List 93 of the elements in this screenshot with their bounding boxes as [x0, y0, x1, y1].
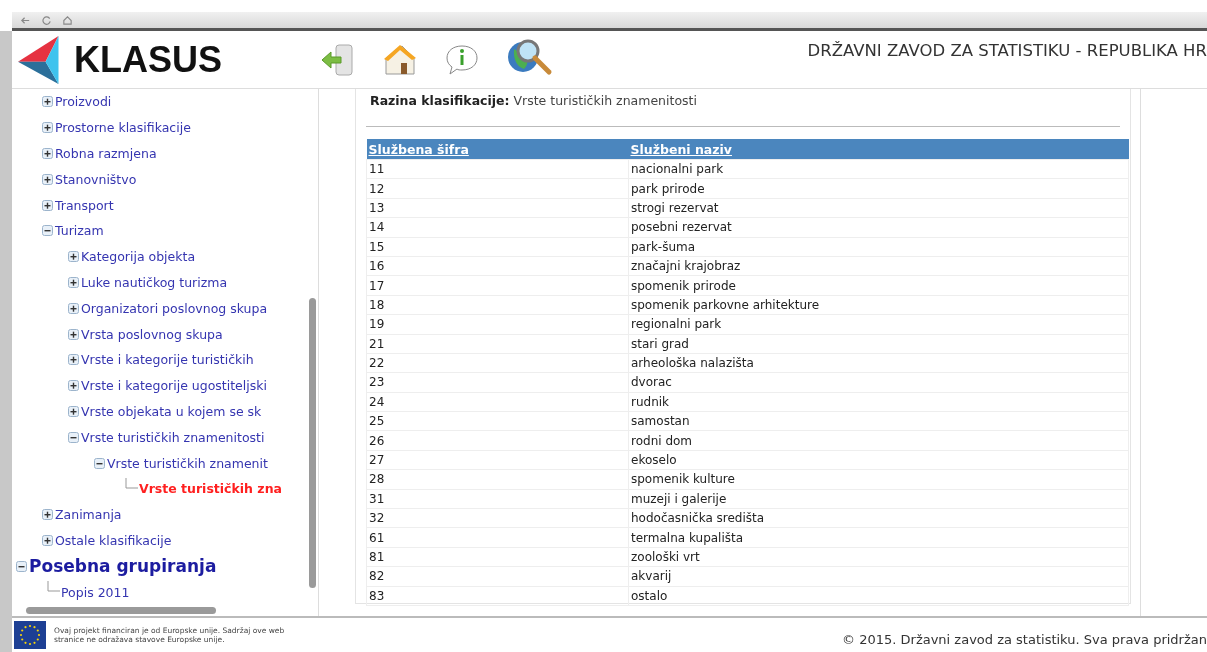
table-cell: regionalni park: [628, 314, 1129, 334]
expander-icon[interactable]: [42, 173, 53, 185]
table-cell: arheološka nalazišta: [628, 353, 1129, 373]
tree-item[interactable]: Vrste turističkih znamenitosti: [81, 429, 265, 445]
table-cell: 83: [366, 586, 629, 606]
table-cell: 25: [366, 411, 629, 431]
table-cell: spomenik prirode: [628, 275, 1129, 296]
table-cell: 31: [366, 489, 629, 509]
table-cell: samostan: [628, 411, 1129, 431]
table-cell: muzeji i galerije: [628, 489, 1129, 509]
expander-icon[interactable]: [68, 431, 79, 443]
tree-item[interactable]: Posebna grupiranja: [29, 556, 217, 577]
table-cell: strogi rezervat: [628, 198, 1129, 218]
table-cell: 16: [366, 256, 629, 276]
expander-icon[interactable]: [68, 302, 79, 314]
table-cell: rodni dom: [628, 430, 1129, 451]
expander-icon[interactable]: [42, 534, 53, 546]
expander-icon[interactable]: [68, 276, 79, 288]
site-title: DRŽAVNI ZAVOD ZA STATISTIKU - REPUBLIKA HR: [807, 41, 1207, 60]
table-cell: 61: [366, 527, 629, 548]
expander-icon[interactable]: [68, 405, 79, 417]
tree-item[interactable]: Stanovništvo: [55, 171, 137, 187]
table-cell: spomenik parkovne arhitekture: [628, 295, 1129, 315]
table-cell: park-šuma: [628, 237, 1129, 257]
tree-item[interactable]: Vrsta poslovnog skupa: [81, 326, 223, 342]
table-cell: 17: [366, 275, 629, 296]
tree-item[interactable]: Ostale klasifikacije: [55, 532, 172, 548]
table-cell: spomenik kulture: [628, 469, 1129, 490]
expander-icon[interactable]: [42, 509, 53, 521]
table-cell: 12: [366, 178, 629, 199]
tree-item[interactable]: Transport: [55, 197, 114, 213]
expander-icon[interactable]: [68, 354, 79, 366]
tree-item[interactable]: Popis 2011: [61, 584, 130, 600]
copyright: © 2015. Državni zavod za statistiku. Sva prava pridržan: [842, 630, 1207, 647]
tree-item[interactable]: Vrste turističkih znamenit: [107, 455, 268, 471]
table-cell: 22: [366, 353, 629, 373]
expander-icon[interactable]: [42, 148, 53, 159]
table-cell: ostalo: [628, 586, 1129, 606]
expander-icon[interactable]: [42, 199, 53, 211]
expander-icon[interactable]: [68, 251, 79, 263]
table-cell: značajni krajobraz: [628, 256, 1129, 276]
table-cell: 28: [366, 469, 629, 490]
table-cell: zoološki vrt: [628, 547, 1129, 567]
tree-item[interactable]: Robna razmjena: [55, 146, 157, 161]
reload-icon[interactable]: [41, 14, 52, 26]
table-cell: 13: [366, 198, 629, 218]
home-icon[interactable]: [62, 14, 73, 26]
column-header[interactable]: Službeni naziv: [630, 141, 732, 157]
tree-item[interactable]: Vrste i kategorije ugostiteljski: [81, 378, 267, 394]
expander-icon[interactable]: [94, 457, 105, 469]
tree-item[interactable]: Prostorne klasifikacije: [55, 120, 191, 136]
table-cell: 15: [366, 237, 629, 257]
table-cell: 14: [366, 217, 629, 238]
expander-icon[interactable]: [42, 96, 53, 108]
expander-icon[interactable]: [16, 560, 27, 572]
tree-connector-icon: [124, 477, 138, 492]
table-cell: nacionalni park: [628, 159, 1129, 179]
tree-item[interactable]: Luke nautičkog turizma: [81, 274, 228, 290]
expander-icon[interactable]: [42, 225, 53, 237]
table-cell: 23: [366, 372, 629, 393]
table-cell: 21: [366, 334, 629, 354]
table-cell: park prirode: [628, 178, 1129, 199]
table-cell: posebni rezervat: [628, 217, 1129, 238]
table-cell: ekoselo: [628, 450, 1129, 470]
table-cell: hodočasnička središta: [628, 508, 1129, 528]
table-cell: 26: [366, 430, 629, 451]
table-cell: dvorac: [628, 372, 1129, 393]
table-cell: 27: [366, 450, 629, 470]
eu-flag-icon: [14, 621, 46, 649]
expander-icon[interactable]: [68, 328, 79, 340]
table-cell: akvarij: [628, 566, 1129, 587]
table-cell: 81: [366, 547, 629, 567]
table-cell: 18: [366, 295, 629, 315]
tree-item[interactable]: Vrste objekata u kojem se sk: [81, 403, 262, 419]
tree-item[interactable]: Proizvodi: [55, 94, 112, 110]
level-text: Razina klasifikacije: Vrste turističkih znamenitosti: [369, 92, 698, 108]
expander-icon[interactable]: [42, 122, 53, 134]
table-cell: 19: [366, 314, 629, 334]
logo-text: KLASUS: [74, 38, 222, 81]
table-cell: 32: [366, 508, 629, 528]
tree-item[interactable]: Vrste i kategorije turističkih: [81, 352, 254, 368]
tree-item[interactable]: Turizam: [55, 223, 104, 239]
tree-item[interactable]: Vrste turističkih zna: [139, 481, 282, 497]
table-cell: rudnik: [628, 392, 1129, 412]
table-cell: 24: [366, 392, 629, 412]
tree-item[interactable]: Zanimanja: [55, 507, 122, 523]
tree-item[interactable]: Kategorija objekta: [81, 249, 196, 265]
table-cell: 82: [366, 566, 629, 587]
tree-item[interactable]: Organizatori poslovnog skupa: [81, 300, 268, 316]
expander-icon[interactable]: [68, 380, 79, 392]
table-cell: 11: [366, 159, 629, 179]
table-cell: termalna kupališta: [628, 527, 1129, 548]
table-cell: stari grad: [628, 334, 1129, 354]
